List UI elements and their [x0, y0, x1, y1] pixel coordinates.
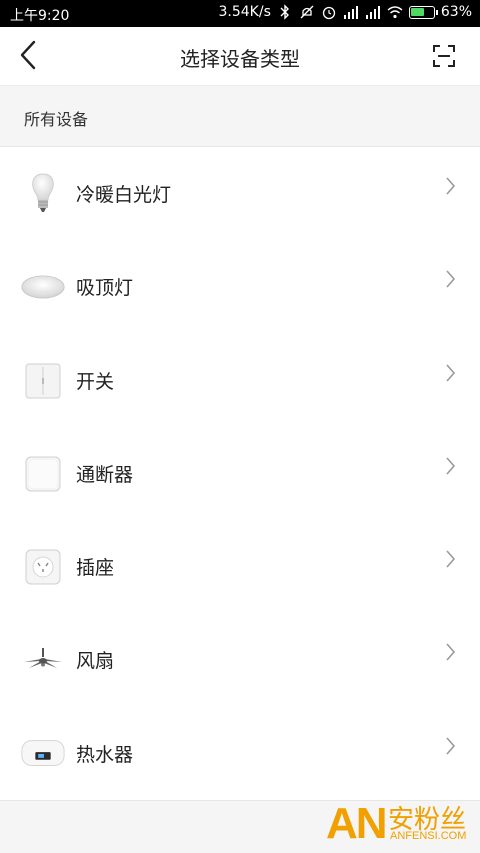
chevron-right-icon	[446, 177, 456, 195]
device-label: 冷暖白光灯	[76, 184, 172, 206]
fan-icon	[20, 637, 66, 683]
water-heater-icon	[20, 731, 66, 777]
section-label: 所有设备	[24, 110, 89, 129]
watermark-letters: AN	[326, 799, 388, 848]
page-title: 选择设备类型	[180, 47, 300, 71]
chevron-right-icon	[446, 270, 456, 288]
ceiling-light-icon	[20, 264, 66, 310]
device-item-water-heater[interactable]: 热水器	[0, 707, 480, 800]
signal-icon	[343, 6, 358, 19]
device-label: 插座	[76, 557, 115, 580]
scan-icon[interactable]	[432, 44, 456, 68]
device-item-socket[interactable]: 插座	[0, 520, 480, 613]
device-label: 通断器	[76, 463, 134, 486]
chevron-right-icon	[446, 364, 456, 382]
bulb-icon	[20, 171, 66, 217]
status-time: 上午9:20	[10, 8, 70, 24]
section-header: 所有设备	[0, 85, 480, 147]
chevron-right-icon	[446, 643, 456, 662]
status-bar: 上午9:20 3.54K/s 63%	[0, 0, 480, 27]
device-label: 吸顶灯	[76, 277, 134, 300]
device-label: 风扇	[76, 650, 115, 673]
network-speed: 3.54K/s	[218, 4, 271, 20]
battery-icon	[408, 5, 438, 19]
alarm-icon	[322, 6, 336, 20]
watermark-domain: ANFENSI.COM	[390, 830, 467, 842]
status-icons: 3.54K/s 63%	[219, 4, 473, 20]
watermark-logo: AN 安粉丝 ANFENSI.COM	[326, 797, 476, 849]
wifi-icon	[387, 6, 403, 19]
device-list: 冷暖白光灯 吸顶灯 开关 通断器 插座 风扇 热水器	[0, 147, 480, 800]
chevron-right-icon	[446, 737, 456, 755]
device-label: 热水器	[76, 743, 134, 766]
socket-icon	[20, 544, 66, 590]
device-item-switch[interactable]: 开关	[0, 334, 480, 427]
device-label: 开关	[76, 370, 115, 393]
signal-icon	[365, 6, 380, 19]
device-item-bulb[interactable]: 冷暖白光灯	[0, 147, 480, 240]
device-item-breaker[interactable]: 通断器	[0, 427, 480, 520]
mute-icon	[300, 5, 314, 19]
device-item-ceiling-light[interactable]: 吸顶灯	[0, 240, 480, 333]
bluetooth-icon	[280, 4, 289, 20]
chevron-right-icon	[446, 550, 456, 568]
header: 选择设备类型	[0, 27, 480, 85]
device-item-fan[interactable]: 风扇	[0, 613, 480, 706]
battery-percent: 63%	[440, 4, 472, 20]
chevron-right-icon	[446, 457, 456, 475]
switch-icon	[20, 358, 66, 404]
breaker-icon	[20, 451, 66, 497]
